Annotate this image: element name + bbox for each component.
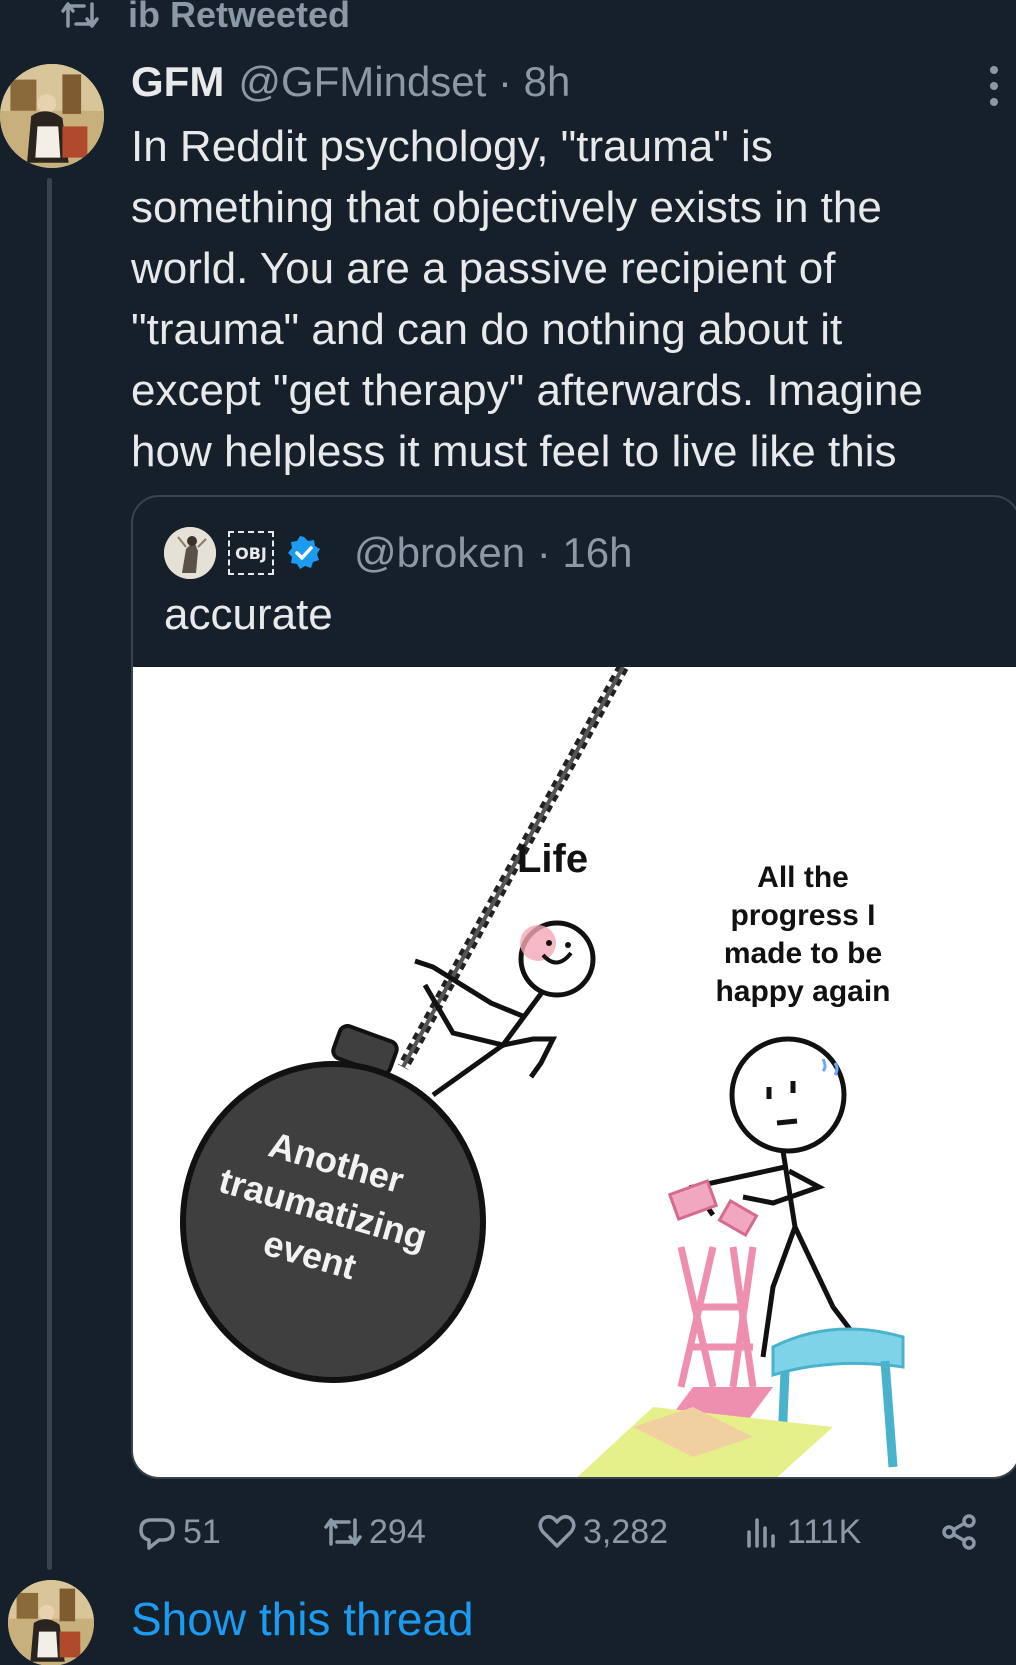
meme-label-progress: All the progress I made to be happy agai… (715, 861, 891, 1008)
author-handle-time[interactable]: @GFMindset · 8h (238, 58, 570, 106)
views-icon (747, 1518, 775, 1548)
tweet-actions: 51 294 3,282 111K (131, 1504, 991, 1560)
views-count: 111K (787, 1512, 862, 1551)
thread-avatar[interactable] (8, 1580, 94, 1665)
quote-text: accurate (164, 590, 333, 639)
like-button[interactable]: 3,282 (537, 1504, 668, 1560)
tweet-header: GFM @GFMindset · 8h (131, 58, 570, 114)
author-name[interactable]: GFM (131, 58, 224, 106)
quote-header: OBJ @broken · 16h (164, 525, 632, 581)
author-avatar[interactable] (0, 64, 104, 168)
retweet-button[interactable]: 294 (323, 1504, 426, 1560)
like-count: 3,282 (583, 1512, 669, 1551)
retweet-banner[interactable]: ib Retweeted (60, 0, 350, 36)
more-options-icon[interactable] (982, 66, 1006, 106)
share-icon (942, 1514, 976, 1550)
share-button[interactable] (939, 1504, 979, 1560)
retweet-label: ib Retweeted (128, 0, 351, 35)
views-button[interactable]: 111K (741, 1504, 861, 1560)
meme-label-life: Life (517, 837, 589, 881)
reply-button[interactable]: 51 (137, 1504, 221, 1560)
verified-badge-icon (288, 536, 320, 569)
retweet-icon (61, 2, 99, 28)
thread-connector-line (47, 178, 52, 1570)
reply-count: 51 (183, 1512, 221, 1551)
meme-image[interactable]: Life All the progress I made to be happy… (133, 667, 1016, 1477)
tweet-text: In Reddit psychology, "trauma" is someth… (131, 122, 923, 476)
retweet-action-icon (324, 1518, 362, 1546)
meme-illustration (180, 667, 905, 1477)
quoted-tweet-card[interactable]: OBJ @broken · 16h accurate Life All the … (131, 495, 1016, 1479)
quote-avatar[interactable] (164, 527, 216, 579)
heart-icon (538, 1514, 576, 1548)
quote-handle-time[interactable]: @broken · 16h (354, 529, 632, 577)
obj-badge: OBJ (228, 531, 274, 575)
show-thread-link[interactable]: Show this thread (131, 1592, 474, 1646)
reply-icon (139, 1518, 175, 1550)
retweet-count: 294 (369, 1512, 426, 1551)
